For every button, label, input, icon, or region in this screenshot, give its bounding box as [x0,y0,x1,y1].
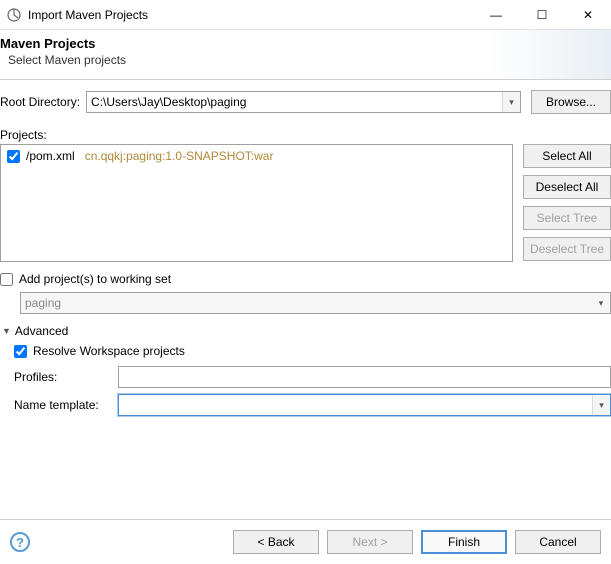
root-directory-label: Root Directory: [0,95,80,109]
minimize-button[interactable]: — [473,0,519,29]
working-set-combo-row: paging ▾ [20,292,611,314]
select-tree-button[interactable]: Select Tree [523,206,611,230]
working-set-label: Add project(s) to working set [19,272,171,286]
advanced-toggle[interactable]: ▼ Advanced [2,324,611,338]
root-directory-combo[interactable]: C:\Users\Jay\Desktop\paging ▾ [86,91,521,113]
resolve-workspace-label: Resolve Workspace projects [33,344,185,358]
projects-side-buttons: Select All Deselect All Select Tree Dese… [523,144,611,262]
window-controls: — ☐ ✕ [473,0,611,29]
projects-area: /pom.xml cn.qqkj:paging:1.0-SNAPSHOT:war… [0,144,611,262]
chevron-down-icon: ▾ [502,92,520,112]
finish-button[interactable]: Finish [421,530,507,554]
project-pom: /pom.xml [26,149,75,163]
chevron-down-icon: ▾ [592,293,610,313]
maximize-button[interactable]: ☐ [519,0,565,29]
deselect-tree-button[interactable]: Deselect Tree [523,237,611,261]
resolve-workspace-row: Resolve Workspace projects [14,344,611,358]
next-button[interactable]: Next > [327,530,413,554]
working-set-value: paging [21,296,592,310]
working-set-row: Add project(s) to working set [0,272,611,286]
page-title: Maven Projects [0,36,601,51]
cancel-button[interactable]: Cancel [515,530,601,554]
project-item[interactable]: /pom.xml cn.qqkj:paging:1.0-SNAPSHOT:war [7,149,506,163]
root-directory-row: Root Directory: C:\Users\Jay\Desktop\pag… [0,90,611,122]
chevron-down-icon: ▾ [592,395,610,415]
back-button[interactable]: < Back [233,530,319,554]
name-template-row: Name template: ▾ [14,394,611,416]
deselect-all-button[interactable]: Deselect All [523,175,611,199]
window-title: Import Maven Projects [28,8,473,22]
working-set-combo[interactable]: paging ▾ [20,292,611,314]
page-subtitle: Select Maven projects [8,53,601,67]
profiles-row: Profiles: [14,366,611,388]
project-gav: cn.qqkj:paging:1.0-SNAPSHOT:war [85,149,274,163]
title-bar: Import Maven Projects — ☐ ✕ [0,0,611,30]
app-icon [6,7,22,23]
project-checkbox[interactable] [7,150,20,163]
projects-tree[interactable]: /pom.xml cn.qqkj:paging:1.0-SNAPSHOT:war [0,144,513,262]
help-icon[interactable]: ? [10,532,30,552]
advanced-label: Advanced [15,324,68,338]
wizard-header: Maven Projects Select Maven projects [0,30,611,80]
profiles-label: Profiles: [14,370,114,384]
select-all-button[interactable]: Select All [523,144,611,168]
root-directory-value: C:\Users\Jay\Desktop\paging [87,95,502,109]
working-set-checkbox[interactable] [0,273,13,286]
triangle-down-icon: ▼ [2,326,11,336]
name-template-combo[interactable]: ▾ [118,394,611,416]
resolve-workspace-checkbox[interactable] [14,345,27,358]
profiles-input[interactable] [118,366,611,388]
button-bar: ? < Back Next > Finish Cancel [0,519,611,564]
browse-button[interactable]: Browse... [531,90,611,114]
content-area: Root Directory: C:\Users\Jay\Desktop\pag… [0,80,611,422]
projects-label: Projects: [0,128,611,142]
name-template-label: Name template: [14,398,114,412]
close-button[interactable]: ✕ [565,0,611,29]
